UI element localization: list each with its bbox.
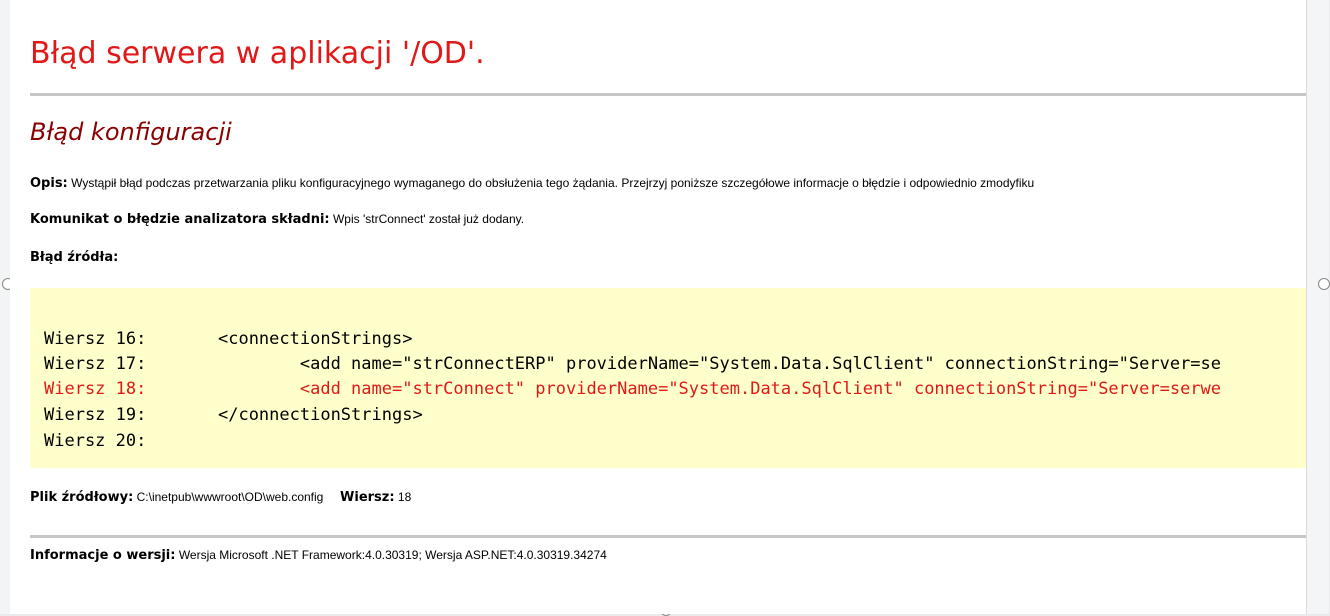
error-subtitle: Błąd konfiguracji xyxy=(30,118,232,146)
source-error-line: Błąd źródła: xyxy=(30,250,118,265)
resize-handle-right[interactable] xyxy=(1318,278,1330,290)
version-divider xyxy=(30,535,1306,538)
description-line: Opis: Wystąpił błąd podczas przetwarzani… xyxy=(30,176,1034,191)
parser-message-line: Komunikat o błędzie analizatora składni:… xyxy=(30,212,524,227)
version-info-line: Informacje o wersji: Wersja Microsoft .N… xyxy=(30,548,607,563)
line-number-label: Wiersz: xyxy=(340,490,395,505)
page-title: Błąd serwera w aplikacji '/OD'. xyxy=(30,36,485,71)
source-file-line: Plik źródłowy: C:\inetpub\wwwroot\OD\web… xyxy=(30,490,411,505)
code-line-17: Wiersz 17: <add name="strConnectERP" pro… xyxy=(44,354,1222,374)
line-number-value: 18 xyxy=(397,490,412,504)
version-info-label: Informacje o wersji: xyxy=(30,548,176,563)
right-window-frame xyxy=(1306,0,1329,614)
description-text: Wystąpił błąd podczas przetwarzania plik… xyxy=(71,176,1035,190)
source-code-block: Wiersz 16: <connectionStrings> Wiersz 17… xyxy=(30,288,1306,468)
description-label: Opis: xyxy=(30,176,68,191)
source-file-path: C:\inetpub\wwwroot\OD\web.config xyxy=(136,490,324,504)
code-line-18-error: Wiersz 18: <add name="strConnect" provid… xyxy=(44,379,1222,399)
code-line-20: Wiersz 20: xyxy=(44,431,147,451)
title-divider xyxy=(30,93,1306,96)
version-info-text: Wersja Microsoft .NET Framework:4.0.3031… xyxy=(178,548,607,562)
error-page: Błąd serwera w aplikacji '/OD'. Błąd kon… xyxy=(10,0,1306,614)
source-error-label: Błąd źródła: xyxy=(30,250,119,265)
parser-message-text: Wpis 'strConnect' został już dodany. xyxy=(332,212,525,226)
parser-message-label: Komunikat o błędzie analizatora składni: xyxy=(30,212,330,227)
code-line-19: Wiersz 19: </connectionStrings> xyxy=(44,405,423,425)
source-file-label: Plik źródłowy: xyxy=(30,490,134,505)
code-line-16: Wiersz 16: <connectionStrings> xyxy=(44,329,413,349)
